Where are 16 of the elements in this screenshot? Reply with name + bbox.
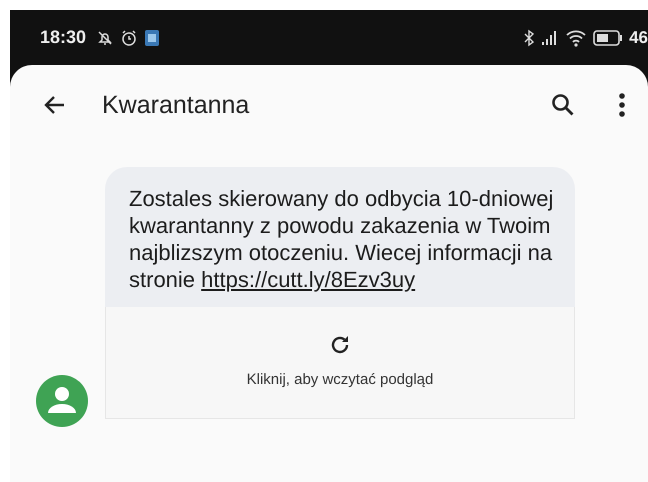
search-icon[interactable] xyxy=(550,92,576,118)
message-text: Zostales skierowany do odbycia 10-dniowej kwarantanny z powodu zakazenia w Twoim najblizszym otoczeniu. Wiecej informacji na stronie https://cutt.ly/8Ezv3uy xyxy=(129,185,554,293)
bluetooth-icon xyxy=(523,28,536,46)
app-icon xyxy=(144,28,160,46)
conversation-title: Kwarantanna xyxy=(102,90,250,120)
battery-percent: 46 xyxy=(629,28,648,48)
status-time: 18:30 xyxy=(40,27,86,48)
alarm-icon xyxy=(120,28,138,46)
preview-hint: Kliknij, aby wczytać podgląd xyxy=(246,371,434,388)
message-link[interactable]: https://cutt.ly/8Ezv3uy xyxy=(201,267,416,292)
battery-icon xyxy=(593,30,624,46)
more-menu-icon[interactable] xyxy=(618,92,626,118)
link-preview-card[interactable]: Kliknij, aby wczytać podgląd xyxy=(105,307,575,419)
contact-avatar-icon xyxy=(36,375,88,427)
wifi-icon xyxy=(565,28,588,46)
muted-bell-icon xyxy=(96,28,114,46)
